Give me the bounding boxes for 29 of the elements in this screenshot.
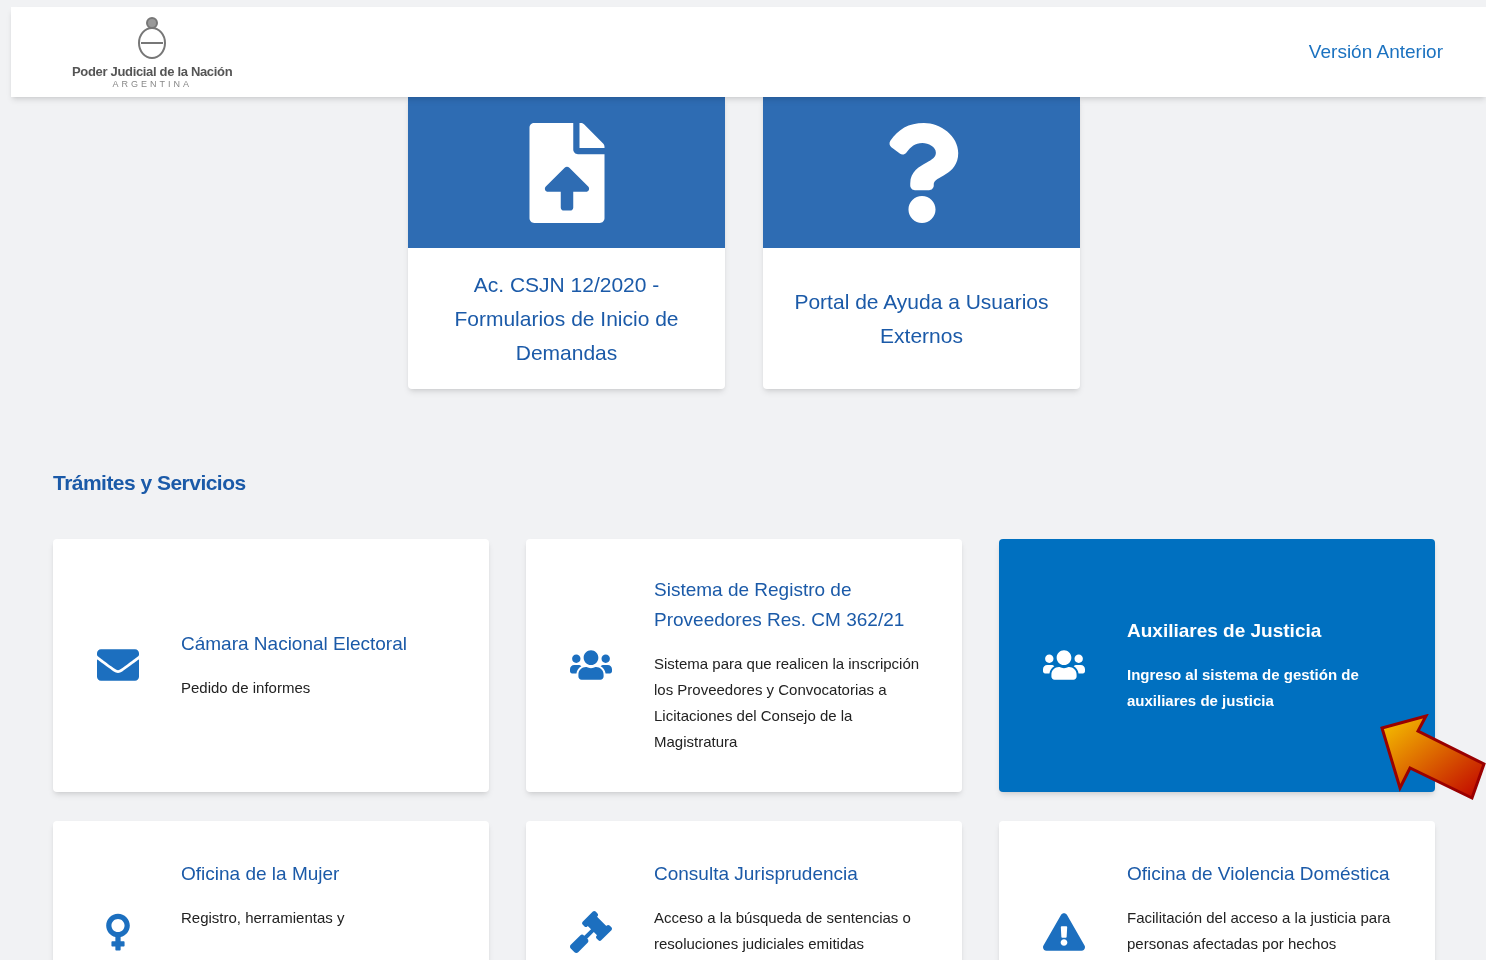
featured-card[interactable]: Ac. CSJN 12/2020 - Formularios de Inicio de Demandas	[408, 97, 725, 389]
service-description: Pedido de informes	[181, 678, 312, 698]
service-description: Sistema para que realicen la inscripción los Proveedores y Convocatorias a Licitaciones del Consejo de la Magistratura	[654, 654, 921, 752]
service-title: Sistema de Registro de Proveedores Res. CM 362/21	[654, 578, 906, 632]
logo-title: Poder Judicial de la Nación	[72, 65, 233, 78]
card-title: Ac. CSJN 12/2020 - Formularios de Inicio de Demandas	[453, 271, 680, 366]
service-description: Acceso a la búsqueda de sentencias o resoluciones judiciales emitidas	[654, 907, 912, 954]
service-title: Consulta Jurisprudencia	[654, 861, 859, 886]
service-description: Ingreso al sistema de gestión de auxiliares de justicia	[1127, 665, 1360, 711]
service-title: Oficina de Violencia Doméstica	[1127, 861, 1391, 886]
logo-subtitle: ARGENTINA	[112, 80, 192, 89]
file-upload-icon	[528, 122, 605, 223]
featured-card[interactable]: Portal de Ayuda a Usuarios Externos	[763, 97, 1080, 389]
service-title: Cámara Nacional Electoral	[181, 632, 408, 656]
service-card[interactable]: Sistema de Registro de Proveedores Res. CM 362/21 Sistema para que realicen la inscripción los Proveedores y Convocatorias a Licitaciones del Consejo de la Magistratura	[526, 538, 962, 792]
card-title: Portal de Ayuda a Usuarios Externos	[793, 288, 1050, 349]
service-title: Auxiliares de Justicia	[1127, 619, 1323, 643]
gavel-icon	[570, 910, 612, 953]
warning-icon	[1043, 910, 1085, 953]
service-card[interactable]: Oficina de Violencia Doméstica Facilitación del acceso a la justicia para personas afectadas por hechos	[999, 820, 1435, 960]
service-card[interactable]: Auxiliares de Justicia Ingreso al sistema de gestión de auxiliares de justicia	[999, 538, 1435, 792]
service-title: Oficina de la Mujer	[181, 861, 341, 886]
service-description: Facilitación del acceso a la justicia para personas afectadas por hechos	[1127, 907, 1392, 954]
service-description: Registro, herramientas y	[181, 907, 346, 928]
service-card[interactable]: Oficina de la Mujer Registro, herramientas y	[53, 820, 489, 960]
previous-version-link[interactable]: Versión Anterior	[1308, 37, 1443, 67]
service-card[interactable]: Cámara Nacional Electoral Pedido de informes	[53, 538, 489, 792]
section-title: Trámites y Servicios	[52, 470, 247, 496]
service-card[interactable]: Consulta Jurisprudencia Acceso a la búsqueda de sentencias o resoluciones judiciales emitidas	[526, 820, 962, 960]
